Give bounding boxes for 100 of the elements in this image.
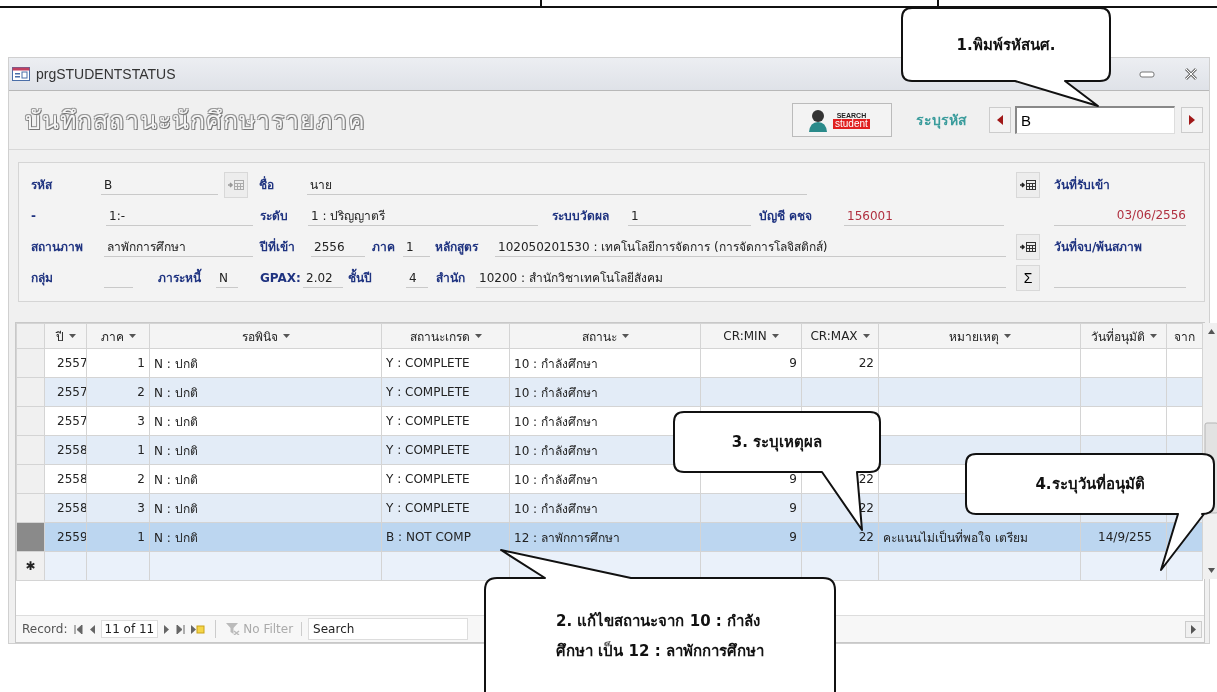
new-record-marker: ✱	[25, 559, 36, 573]
table-cell: B : NOT COMP	[386, 530, 471, 544]
table-cell: 1	[137, 356, 145, 370]
table-cell: 9	[789, 356, 797, 370]
field-label: ภาค	[372, 239, 396, 256]
field-label: รหัส	[31, 177, 54, 194]
table-cell: 22	[858, 472, 874, 486]
column-header[interactable]: สถานะ	[509, 323, 701, 349]
table-cell: 10 : กำลังศึกษา	[514, 472, 598, 487]
column-header[interactable]: ภาค	[86, 323, 150, 349]
field-value: 1	[403, 236, 430, 257]
table-cell: 10 : กำลังศึกษา	[514, 443, 598, 458]
dropdown-arrow-icon[interactable]	[771, 334, 779, 338]
table-cell: 1	[137, 530, 145, 544]
table-cell: N : ปกติ	[154, 385, 198, 400]
date-value: 03/06/2556	[1054, 205, 1186, 226]
table-cell: Y : COMPLETE	[386, 501, 470, 515]
field-label: หลักสูตร	[435, 239, 480, 256]
table-cell: 10 : กำลังศึกษา	[514, 501, 598, 516]
column-header[interactable]: CR:MAX	[801, 323, 879, 349]
callout-text: 2. แก้ไขสถานะจาก 10 : กำลัง ศึกษา เป็น 12 : ลาพักการศึกษา	[556, 610, 764, 662]
date-label: วันที่รับเข้า	[1054, 175, 1110, 194]
arrow-grid-icon	[1020, 241, 1036, 252]
table-cell: Y : COMPLETE	[386, 443, 470, 457]
field-value: N	[216, 267, 238, 288]
field-value: ลาพักการศึกษา	[104, 236, 253, 257]
field-label: สถานภาพ	[31, 239, 84, 256]
close-icon[interactable]	[1183, 67, 1199, 81]
field-value: 2.02	[303, 267, 343, 288]
calendar-button[interactable]: Σ	[1016, 264, 1040, 291]
right-triangle-icon	[1189, 115, 1195, 125]
field-label: ภาระหนี้	[158, 268, 216, 287]
table-cell: 10 : กำลังศึกษา	[514, 385, 598, 400]
first-record-icon[interactable]	[73, 624, 83, 634]
column-header[interactable]: หมายเหตุ	[878, 323, 1081, 349]
table-cell: N : ปกติ	[154, 472, 198, 487]
table-cell: Y : COMPLETE	[386, 356, 470, 370]
field-label: บัญชี คชจ	[759, 208, 814, 225]
field-value: 1:-	[106, 205, 253, 226]
table-cell: 2	[137, 385, 145, 399]
dropdown-arrow-icon[interactable]	[282, 334, 290, 338]
dropdown-arrow-icon[interactable]	[862, 334, 870, 338]
person-icon	[807, 108, 829, 132]
dropdown-arrow-icon[interactable]	[68, 334, 76, 338]
field-label: ระดับ	[260, 208, 289, 225]
table-cell: N : ปกติ	[154, 443, 198, 458]
record-label: Record:	[22, 622, 68, 636]
column-header[interactable]: สถานะเกรด	[381, 323, 510, 349]
column-header[interactable]: รอพินิจ	[149, 323, 382, 349]
form-icon	[12, 67, 30, 81]
date-label: วันที่จบ/พ้นสภาพ	[1054, 237, 1143, 256]
dropdown-arrow-icon[interactable]	[621, 334, 629, 338]
calendar-button[interactable]	[1016, 171, 1040, 198]
calendar-button[interactable]	[1016, 233, 1040, 260]
column-header[interactable]: CR:MIN	[700, 323, 802, 349]
left-triangle-icon	[997, 115, 1003, 125]
field-label: GPAX:	[260, 270, 302, 285]
last-record-icon[interactable]	[176, 624, 186, 634]
table-cell: 3	[137, 414, 145, 428]
column-header[interactable]: วันที่อนุมัติ	[1080, 323, 1167, 349]
record-position-field[interactable]: 11 of 11	[100, 620, 159, 638]
search-field[interactable]: Search	[308, 618, 469, 640]
dropdown-arrow-icon[interactable]	[1149, 334, 1157, 338]
field-label: ปีที่เข้า	[260, 237, 296, 256]
dropdown-arrow-icon[interactable]	[1003, 334, 1011, 338]
table-cell: N : ปกติ	[154, 356, 198, 371]
table-cell: 9	[789, 501, 797, 515]
dropdown-arrow-icon[interactable]	[128, 334, 136, 338]
scroll-right-icon[interactable]	[1185, 620, 1202, 638]
table-cell: 1	[137, 443, 145, 457]
dropdown-arrow-icon[interactable]	[474, 334, 482, 338]
field-value: 4	[406, 267, 428, 288]
table-cell: 10 : กำลังศึกษา	[514, 414, 598, 429]
table-cell: 14/9/255	[1098, 530, 1152, 544]
field-label: สำนัก	[436, 270, 466, 287]
table-cell: 9	[789, 472, 797, 486]
previous-button[interactable]	[989, 107, 1011, 133]
field-value: 1 : ปริญญาตรี	[308, 205, 538, 226]
id-field[interactable]: B	[1015, 106, 1175, 134]
previous-record-icon[interactable]	[88, 624, 95, 634]
arrow-grid-icon	[1020, 179, 1036, 190]
table-cell: Y : COMPLETE	[386, 385, 470, 399]
arrow-grid-icon	[228, 179, 244, 190]
field-label: -	[31, 208, 37, 223]
next-record-icon[interactable]	[164, 624, 171, 634]
table-cell: N : ปกติ	[154, 501, 198, 516]
table-cell: 3	[137, 501, 145, 515]
table-cell: Y : COMPLETE	[386, 472, 470, 486]
table-cell: N : ปกติ	[154, 414, 198, 429]
field-label: ระบบวัดผล	[552, 208, 610, 225]
callout-text: 1.พิมพ์รหัสนศ.	[956, 34, 1056, 56]
form-title: บันทึกสถานะนักศึกษารายภาค	[25, 105, 366, 137]
table-cell: คะแนนไม่เป็นที่พอใจ เตรียม	[883, 530, 1028, 545]
id-label: ระบุรหัส	[916, 111, 967, 131]
table-cell: 12 : ลาพักการศึกษา	[514, 530, 620, 545]
next-button[interactable]	[1181, 107, 1203, 133]
minimize-icon[interactable]	[1139, 69, 1155, 79]
new-record-icon[interactable]	[191, 624, 206, 634]
column-header[interactable]: ปี	[44, 323, 87, 349]
column-header[interactable]: จาก	[1166, 323, 1203, 349]
